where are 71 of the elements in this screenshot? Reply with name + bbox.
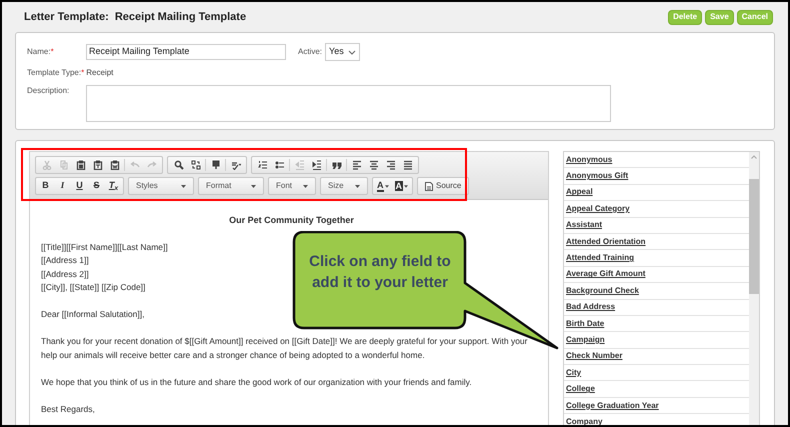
field-link[interactable]: Campaign bbox=[566, 334, 605, 346]
letter-text: Dear [[Informal Salutation]], bbox=[41, 308, 144, 321]
text-color-button[interactable]: A bbox=[376, 179, 390, 193]
search-icon bbox=[174, 160, 184, 170]
scissors-icon bbox=[42, 160, 52, 170]
name-input[interactable]: Receipt Mailing Template bbox=[86, 44, 286, 60]
align-left-icon bbox=[352, 160, 362, 170]
replace-icon bbox=[190, 160, 200, 170]
field-link[interactable]: Background Check bbox=[566, 284, 639, 297]
description-input[interactable] bbox=[86, 85, 611, 122]
italic-button[interactable]: I bbox=[56, 179, 69, 193]
letter-text: [[Title]][[First Name]][[Last Name]] bbox=[41, 240, 168, 254]
callout-text: Click on any field to add it to your letter bbox=[308, 252, 452, 293]
paste-text-icon bbox=[92, 160, 102, 170]
redo-icon bbox=[146, 160, 156, 170]
field-link[interactable]: Anonymous bbox=[566, 154, 612, 166]
copy-icon bbox=[58, 160, 68, 170]
caret-icon bbox=[251, 184, 256, 188]
letter-heading: Our Pet Community Together bbox=[228, 214, 355, 227]
background-color-button[interactable]: A bbox=[394, 179, 409, 193]
page-title: Letter Template: Receipt Mailing Template bbox=[24, 10, 246, 25]
field-link[interactable]: Attended Orientation bbox=[566, 236, 646, 248]
letter-text: Best Regards, bbox=[41, 402, 95, 416]
field-link[interactable]: Appeal bbox=[566, 186, 593, 198]
template-type-label: Template Type:* bbox=[27, 67, 84, 79]
underline-button[interactable]: U bbox=[73, 179, 86, 193]
paste-icon bbox=[76, 160, 86, 170]
active-label: Active: bbox=[298, 46, 322, 58]
justify-icon bbox=[402, 160, 412, 170]
field-link[interactable]: City bbox=[566, 366, 582, 379]
strikethrough-button[interactable]: S bbox=[90, 179, 103, 193]
template-type-value: Receipt bbox=[86, 67, 114, 79]
letter-text: [[Address 1]] bbox=[41, 254, 89, 267]
bulleted-list-icon bbox=[274, 160, 284, 170]
spellcheck-icon bbox=[230, 160, 240, 170]
field-link[interactable]: Anonymous Gift bbox=[566, 170, 628, 182]
field-link[interactable]: College Graduation Year bbox=[566, 400, 659, 412]
align-right-icon bbox=[386, 160, 396, 170]
caret-icon bbox=[384, 184, 388, 188]
document-icon bbox=[425, 182, 433, 190]
field-link[interactable]: Assistant bbox=[566, 219, 602, 232]
field-link[interactable]: Birth Date bbox=[566, 318, 604, 330]
description-label: Description: bbox=[27, 85, 70, 97]
numbered-list-icon bbox=[258, 160, 268, 170]
undo-icon bbox=[130, 160, 140, 170]
chevron-icon bbox=[348, 50, 356, 54]
scroll-up-icon bbox=[751, 155, 757, 159]
bold-button[interactable]: B bbox=[39, 179, 52, 193]
quote-icon bbox=[332, 160, 342, 170]
letter-text: We hope that you think of us in the future and share the good work of our organization with your friends and family. bbox=[41, 376, 472, 389]
field-link[interactable]: Appeal Category bbox=[566, 202, 630, 215]
caret-icon bbox=[303, 184, 308, 188]
scrollbar-thumb[interactable] bbox=[749, 179, 759, 294]
field-link[interactable]: College bbox=[566, 383, 595, 396]
name-label: Name:* bbox=[27, 46, 55, 58]
caret-icon bbox=[404, 184, 408, 188]
letter-text: Thank you for your recent donation of $[[Gift Amount]] received on [[Gift Date]]! We are deeply grateful for your support. With your help our animals will receive better care and a stronger chance of being adopted to a wonderful home. bbox=[41, 335, 528, 362]
field-link[interactable]: Attended Training bbox=[566, 252, 634, 264]
caret-icon bbox=[181, 184, 186, 188]
field-link[interactable]: Average Gift Amount bbox=[566, 268, 646, 280]
active-dropdown[interactable]: Yes bbox=[325, 43, 360, 61]
letter-text: [[Address 2]] bbox=[41, 268, 89, 281]
caret-icon bbox=[355, 184, 360, 188]
indent-icon bbox=[312, 160, 322, 170]
field-link[interactable]: Bad Address bbox=[566, 301, 616, 314]
outdent-icon bbox=[294, 160, 304, 170]
paste-word-icon bbox=[110, 160, 120, 170]
align-center-icon bbox=[368, 160, 378, 170]
letter-text: [[City]], [[State]] [[Zip Code]] bbox=[41, 281, 146, 294]
field-link[interactable]: Check Number bbox=[566, 350, 622, 362]
clear-formatting-button[interactable]: T$_{x}$ bbox=[107, 179, 120, 193]
